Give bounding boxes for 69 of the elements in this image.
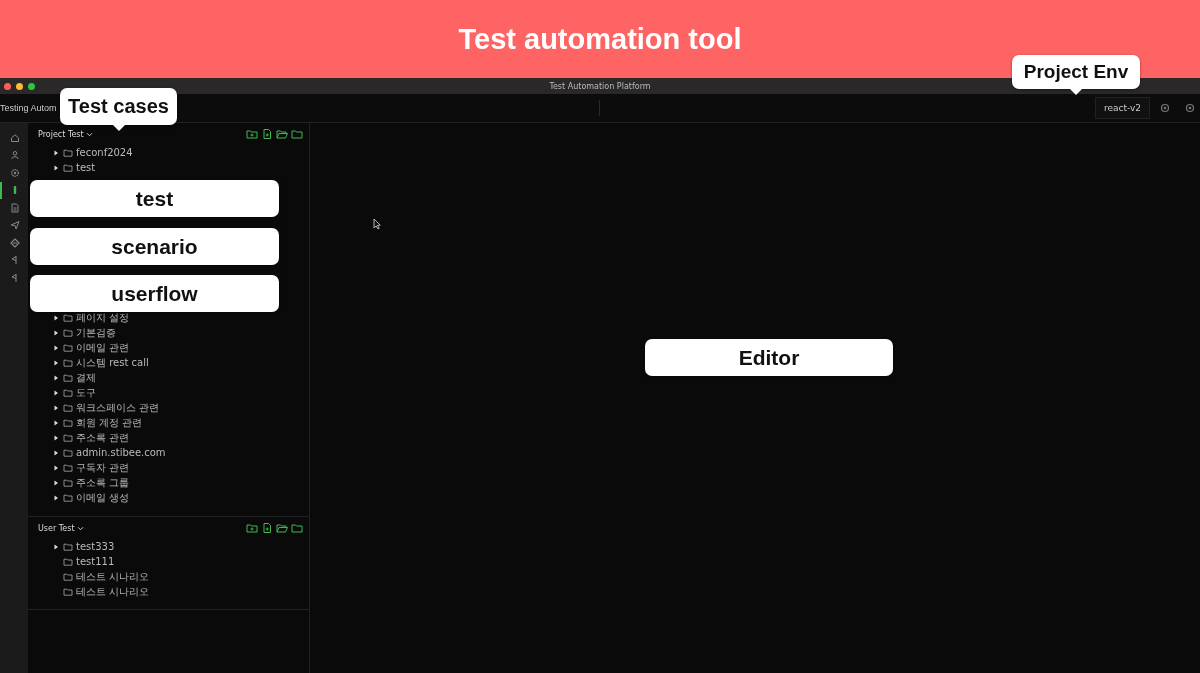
folder-name[interactable]: 기본검증 (76, 325, 116, 340)
gear-icon (10, 167, 20, 178)
folder-name[interactable]: 이메일 생성 (76, 490, 130, 505)
folder-name[interactable]: 구독자 관련 (76, 460, 130, 475)
close-button[interactable] (4, 82, 11, 90)
folder-name[interactable]: 결제 (76, 370, 96, 385)
diamond-icon (10, 237, 20, 248)
chevron-icon (85, 131, 93, 137)
folder-name[interactable]: test111 (76, 556, 115, 567)
expand-caret-icon[interactable] (53, 389, 59, 396)
add-folder-icon[interactable] (246, 129, 258, 139)
expand-caret-icon[interactable] (53, 404, 59, 411)
folder-icon[interactable] (291, 523, 303, 533)
doc-icon (10, 202, 20, 213)
expand-caret-icon[interactable] (53, 419, 59, 426)
add-file-icon[interactable] (261, 523, 273, 533)
folder-name[interactable]: 도구 (76, 385, 96, 400)
expand-caret-icon[interactable] (53, 464, 59, 471)
settings-icon[interactable] (1185, 103, 1195, 113)
folder-name[interactable]: 페이지 설정 (76, 310, 130, 325)
open-folder-icon[interactable] (276, 129, 288, 139)
expand-caret-icon[interactable] (53, 374, 59, 381)
chevron-icon (76, 525, 84, 531)
zoom-button[interactable] (28, 82, 35, 90)
app-name: Testing Autom (0, 103, 57, 113)
mouse-cursor-icon (373, 218, 381, 230)
settings-icon[interactable] (1160, 103, 1170, 113)
callout-label: userflow (30, 275, 279, 312)
folder-icon[interactable] (291, 129, 303, 139)
expand-caret-icon[interactable] (53, 494, 59, 501)
expand-caret-icon[interactable] (53, 543, 59, 550)
expand-caret-icon[interactable] (53, 149, 59, 156)
user-icon (10, 150, 20, 161)
expand-caret-icon[interactable] (53, 449, 59, 456)
expand-caret-icon[interactable] (53, 434, 59, 441)
folder-name[interactable]: 주소록 관련 (76, 430, 130, 445)
send-icon (10, 220, 20, 231)
project-dropdown[interactable]: User Test (38, 523, 84, 533)
callout-label: test (30, 180, 279, 217)
expand-caret-icon[interactable] (53, 329, 59, 336)
window-title: Test Automation Platform (549, 81, 651, 91)
folder-name[interactable]: 주소록 그룹 (76, 475, 130, 490)
minimize-button[interactable] (16, 82, 23, 90)
add-folder-icon[interactable] (246, 523, 258, 533)
flag-icon (10, 255, 20, 266)
folder-name[interactable]: 이메일 관련 (76, 340, 130, 355)
folder-name[interactable]: test333 (76, 541, 115, 552)
folder-name[interactable]: test (76, 162, 96, 173)
folder-name[interactable]: 테스트 시나리오 (76, 584, 150, 599)
folder-name[interactable]: 테스트 시나리오 (76, 569, 150, 584)
callout-label: scenario (30, 228, 279, 265)
expand-caret-icon[interactable] (53, 344, 59, 351)
home-icon (10, 132, 20, 143)
folder-name[interactable]: 워크스페이스 관련 (76, 400, 160, 415)
folder-name[interactable]: 시스템 rest call (76, 355, 149, 370)
expand-caret-icon[interactable] (53, 359, 59, 366)
flag-icon (10, 272, 20, 283)
callout-label: Editor (645, 339, 893, 376)
open-folder-icon[interactable] (276, 523, 288, 533)
project-dropdown[interactable]: Project Test (38, 129, 93, 139)
folder-name[interactable]: feconf2024 (76, 147, 133, 158)
banner-title: Test automation tool (458, 22, 742, 56)
expand-caret-icon[interactable] (53, 479, 59, 486)
add-file-icon[interactable] (261, 129, 273, 139)
env-field[interactable]: react-v2 (1094, 97, 1150, 119)
folder-name[interactable]: admin.stibee.com (76, 447, 166, 458)
folder-name[interactable]: 회원 계정 관련 (76, 415, 143, 430)
expand-caret-icon[interactable] (53, 314, 59, 321)
expand-caret-icon[interactable] (53, 164, 59, 171)
